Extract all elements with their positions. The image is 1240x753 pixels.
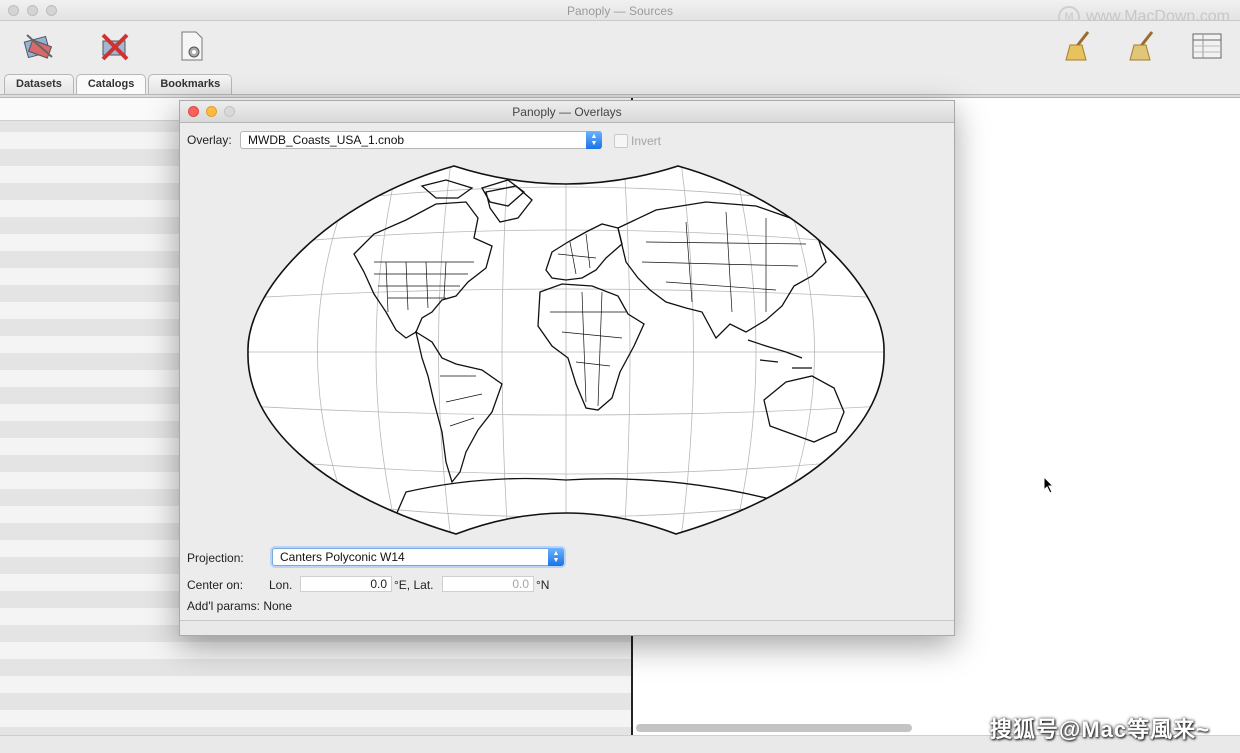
lon-unit-label: °E, Lat. bbox=[394, 578, 434, 592]
lat-input[interactable]: 0.0 bbox=[442, 576, 534, 592]
toolbar bbox=[0, 21, 1240, 73]
dialog-title: Panoply — Overlays bbox=[512, 105, 622, 119]
overlay-select[interactable]: MWDB_Coasts_USA_1.cnob ▲ ▼ bbox=[240, 131, 602, 149]
projection-select-arrows-icon[interactable]: ▲ ▼ bbox=[548, 548, 564, 566]
dialog-titlebar: Panoply — Overlays bbox=[180, 101, 954, 123]
main-titlebar: Panoply — Sources M www.MacDown.com bbox=[0, 0, 1240, 28]
mouse-cursor-icon bbox=[1043, 476, 1055, 494]
center-on-label: Center on: bbox=[187, 578, 244, 592]
params-label: Add'l params: None bbox=[187, 599, 292, 613]
tab-datasets[interactable]: Datasets bbox=[4, 74, 74, 94]
lon-label: Lon. bbox=[269, 578, 293, 592]
world-map-preview bbox=[247, 165, 885, 535]
invert-label: Invert bbox=[631, 134, 662, 148]
lon-input[interactable]: 0.0 bbox=[300, 576, 392, 592]
horizontal-scrollbar[interactable] bbox=[636, 724, 912, 732]
combine-plot-icon[interactable] bbox=[22, 29, 56, 63]
table-view-icon[interactable] bbox=[1190, 29, 1224, 63]
tab-bookmarks[interactable]: Bookmarks bbox=[148, 74, 233, 94]
projection-select-value: Canters Polyconic W14 bbox=[280, 550, 405, 564]
invert-checkbox[interactable] bbox=[614, 134, 628, 148]
bottom-watermark: 搜狐号@Mac等風来~ bbox=[989, 717, 1210, 742]
projection-label: Projection: bbox=[187, 551, 244, 565]
tab-catalogs[interactable]: Catalogs bbox=[75, 74, 147, 94]
lat-unit-label: °N bbox=[536, 578, 550, 592]
remove-icon[interactable] bbox=[97, 29, 131, 63]
open-file-icon[interactable] bbox=[174, 29, 208, 63]
overlay-label: Overlay: bbox=[187, 133, 232, 147]
broom-icon[interactable] bbox=[1062, 29, 1096, 63]
overlay-select-value: MWDB_Coasts_USA_1.cnob bbox=[248, 133, 405, 147]
overlay-select-arrows-icon[interactable]: ▲ ▼ bbox=[586, 131, 602, 149]
window-title: Panoply — Sources bbox=[566, 4, 674, 18]
tab-bar: Datasets Catalogs Bookmarks bbox=[4, 74, 233, 94]
dialog-footer bbox=[180, 620, 954, 635]
overlays-dialog: Panoply — Overlays Overlay: MWDB_Coasts_… bbox=[179, 100, 955, 636]
broom-icon-2[interactable] bbox=[1126, 29, 1160, 63]
params-value: None bbox=[263, 599, 293, 613]
params-label-text: Add'l params: bbox=[187, 599, 260, 613]
projection-select[interactable]: Canters Polyconic W14 ▲ ▼ bbox=[272, 548, 564, 566]
